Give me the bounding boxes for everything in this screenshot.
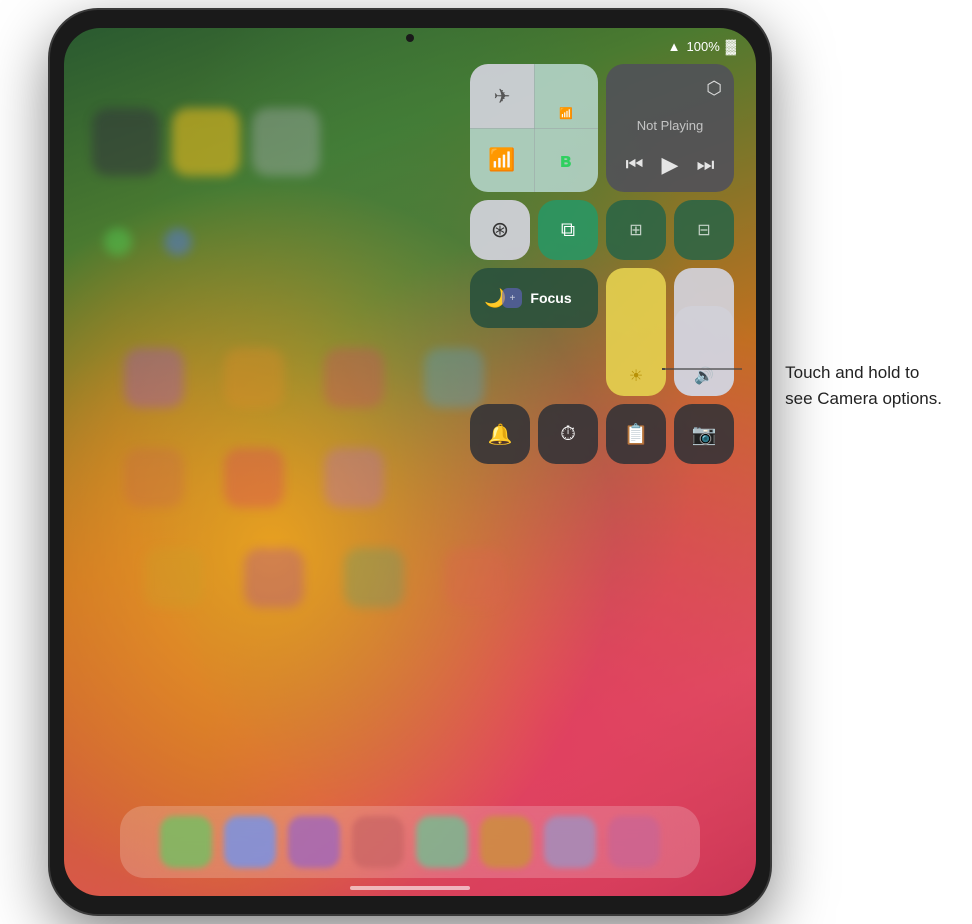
lock-rotation-icon: ⊛: [491, 217, 509, 243]
camera-icon: 📷: [692, 422, 717, 447]
timer-icon: ⏱: [560, 423, 576, 446]
connectivity-tile[interactable]: ✈ 📶 📶 ʙ: [470, 64, 598, 192]
airplane-mode-button[interactable]: ✈: [470, 64, 534, 128]
annotation-text-line1: Touch and hold to: [785, 360, 942, 386]
airplay-button[interactable]: ⬡: [706, 78, 722, 99]
annotation-text-line2: see Camera options.: [785, 386, 942, 412]
alarm-tile[interactable]: 🔔: [470, 404, 530, 464]
control-center: ✈ 📶 📶 ʙ ⬡: [470, 64, 742, 464]
notes-icon: 📋: [624, 422, 649, 447]
lock-rotation-tile[interactable]: ⊛: [470, 200, 530, 260]
wifi-icon: ▲: [668, 39, 681, 54]
dock-app-2[interactable]: [224, 816, 276, 868]
rewind-button[interactable]: ⏮: [626, 154, 644, 177]
dock-app-5[interactable]: [416, 816, 468, 868]
ipad-frame: ▲ 100% ▓ ✈ 📶 📶: [50, 10, 770, 914]
now-playing-title: Not Playing: [637, 118, 703, 133]
dock-app-7[interactable]: [544, 816, 596, 868]
play-button[interactable]: ▶: [662, 152, 679, 178]
dark-tile-1[interactable]: ⊞: [606, 200, 666, 260]
screen-mirror-tile[interactable]: ⧉: [538, 200, 598, 260]
dark-tile-2[interactable]: ⊟: [674, 200, 734, 260]
home-indicator: [350, 886, 470, 890]
volume-tile[interactable]: 🔊: [674, 268, 734, 396]
annotation-line: [662, 368, 742, 370]
ipad-screen: ▲ 100% ▓ ✈ 📶 📶: [64, 28, 756, 896]
battery-icon: ▓: [726, 38, 736, 54]
focus-extra-icon: +: [502, 288, 522, 308]
brightness-icon: ☀: [629, 366, 643, 386]
dock-app-6[interactable]: [480, 816, 532, 868]
camera-tile[interactable]: 📷: [674, 404, 734, 464]
notes-tile[interactable]: 📋: [606, 404, 666, 464]
dock-app-4[interactable]: [352, 816, 404, 868]
focus-label: Focus: [530, 290, 571, 306]
cellular-button[interactable]: 📶: [534, 64, 598, 128]
camera-cutout: [406, 34, 414, 42]
dock: [120, 806, 700, 878]
focus-tile[interactable]: 🌙 + Focus: [470, 268, 598, 328]
timer-tile[interactable]: ⏱: [538, 404, 598, 464]
dock-app-1[interactable]: [160, 816, 212, 868]
alarm-icon: 🔔: [488, 422, 513, 447]
screen-mirror-icon: ⧉: [561, 219, 575, 242]
dock-app-3[interactable]: [288, 816, 340, 868]
wifi-button[interactable]: 📶: [470, 128, 534, 192]
dark-icon-2: ⊟: [697, 220, 710, 240]
now-playing-tile[interactable]: ⬡ Not Playing ⏮ ▶ ⏭: [606, 64, 734, 192]
fast-forward-button[interactable]: ⏭: [696, 154, 714, 177]
dark-icon-1: ⊞: [629, 220, 642, 240]
battery-text: 100%: [687, 39, 720, 54]
annotation: Touch and hold to see Camera options.: [785, 360, 942, 411]
bluetooth-button[interactable]: ʙ: [534, 128, 598, 192]
brightness-tile[interactable]: ☀: [606, 268, 666, 396]
dock-app-8[interactable]: [608, 816, 660, 868]
